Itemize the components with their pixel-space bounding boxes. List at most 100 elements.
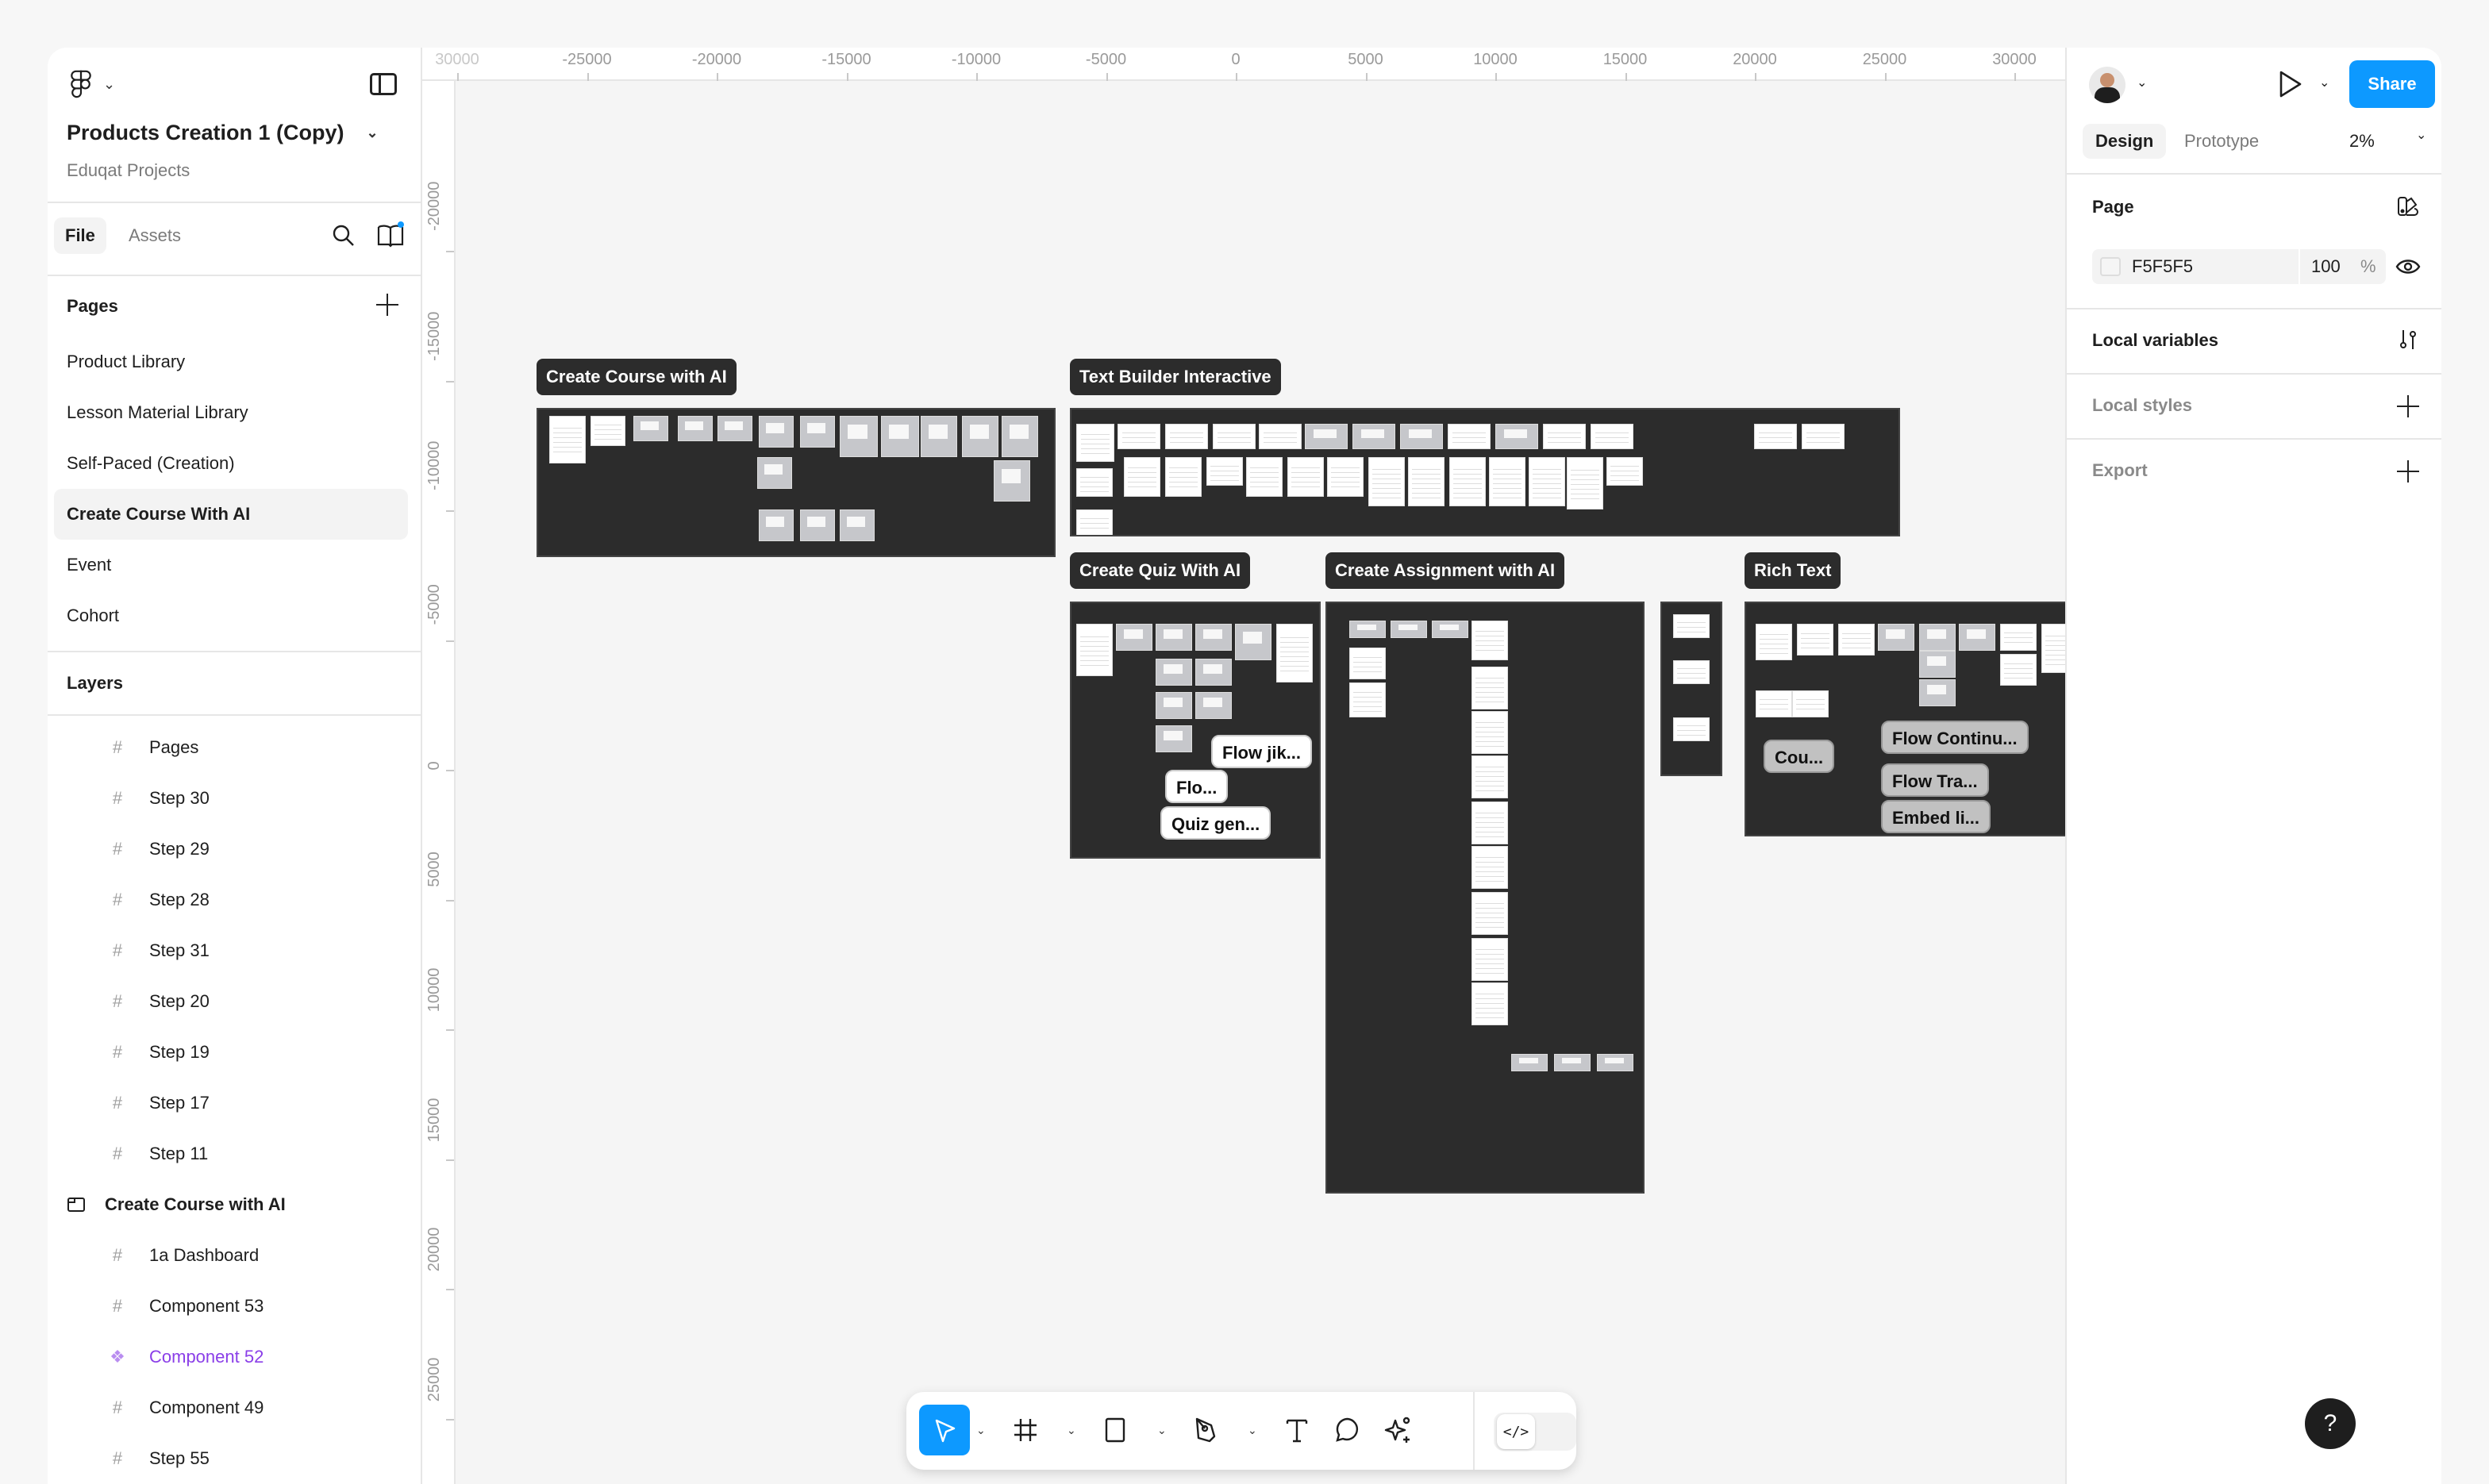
- frame-thumbnail[interactable]: [1878, 624, 1914, 651]
- layer-item[interactable]: ❖ Component 52: [48, 1332, 421, 1382]
- frame-thumbnail[interactable]: [840, 509, 875, 541]
- frame-thumbnail[interactable]: [1673, 717, 1710, 741]
- layer-item[interactable]: # Step 17: [48, 1078, 421, 1128]
- frame-thumbnail[interactable]: [881, 416, 919, 457]
- frame-thumbnail[interactable]: [633, 416, 668, 441]
- sticky-note[interactable]: Embed li...: [1881, 800, 1991, 833]
- sticky-note[interactable]: Cou...: [1764, 740, 1835, 773]
- page-color-field[interactable]: F5F5F5 100 %: [2092, 249, 2386, 284]
- frame-thumbnail[interactable]: [1287, 457, 1324, 497]
- frame-thumbnail[interactable]: [1471, 802, 1508, 844]
- sticky-note[interactable]: Quiz gen...: [1160, 806, 1271, 840]
- page-item[interactable]: Lesson Material Library: [54, 387, 408, 438]
- frame-thumbnail[interactable]: [1259, 424, 1302, 449]
- main-menu-button[interactable]: ⌄: [70, 70, 115, 98]
- frame-thumbnail[interactable]: [962, 416, 998, 457]
- frame-thumbnail[interactable]: [1165, 457, 1202, 497]
- frame-tool-button[interactable]: [1003, 1405, 1048, 1455]
- frame-thumbnail[interactable]: [1543, 424, 1586, 449]
- frame-thumbnail[interactable]: [1408, 457, 1445, 506]
- frame-thumbnail[interactable]: [1213, 424, 1256, 449]
- frame-thumbnail[interactable]: [1495, 424, 1538, 449]
- frame-thumbnail[interactable]: [1471, 621, 1508, 660]
- frame-thumbnail[interactable]: [1511, 1054, 1548, 1071]
- frame-thumbnail[interactable]: [759, 509, 794, 541]
- frame-thumbnail[interactable]: [921, 416, 957, 457]
- add-style-icon[interactable]: [2397, 395, 2419, 417]
- frame-thumbnail[interactable]: [840, 416, 878, 457]
- chevron-down-icon[interactable]: ⌄: [2319, 75, 2329, 90]
- variables-icon[interactable]: [2397, 329, 2419, 351]
- pen-tool-button[interactable]: [1184, 1405, 1229, 1455]
- frame-thumbnail[interactable]: [1195, 659, 1232, 686]
- frame-thumbnail[interactable]: [1116, 624, 1152, 651]
- layer-item[interactable]: # Step 30: [48, 773, 421, 824]
- actions-tool-button[interactable]: [1376, 1405, 1421, 1455]
- frame-thumbnail[interactable]: [1432, 621, 1468, 638]
- frame-thumbnail[interactable]: [1919, 679, 1956, 706]
- frame-thumbnail[interactable]: [678, 416, 713, 441]
- export-heading[interactable]: Export: [2092, 460, 2148, 481]
- move-tool-button[interactable]: [919, 1405, 970, 1455]
- section-create-course[interactable]: [537, 408, 1056, 557]
- sticky-note[interactable]: Flo...: [1165, 770, 1229, 803]
- frame-thumbnail[interactable]: [1165, 424, 1208, 449]
- layer-item[interactable]: # Pages: [48, 722, 421, 773]
- layer-item[interactable]: # Step 11: [48, 1128, 421, 1179]
- frame-thumbnail[interactable]: [1156, 725, 1192, 752]
- frame-thumbnail[interactable]: [2000, 654, 2037, 686]
- layer-item[interactable]: # Step 31: [48, 925, 421, 976]
- chevron-down-icon[interactable]: ⌄: [2137, 75, 2147, 90]
- layer-item[interactable]: # Component 53: [48, 1281, 421, 1332]
- frame-thumbnail[interactable]: [800, 509, 835, 541]
- frame-thumbnail[interactable]: [717, 416, 752, 441]
- sticky-note[interactable]: Flow Tra...: [1881, 763, 1989, 797]
- page-item[interactable]: Create Course With AI: [54, 489, 408, 540]
- frame-thumbnail[interactable]: [1959, 624, 1995, 651]
- frame-thumbnail[interactable]: [1802, 424, 1845, 449]
- frame-thumbnail[interactable]: [1305, 424, 1348, 449]
- layer-item[interactable]: Create Course with AI: [48, 1179, 421, 1230]
- rectangle-tool-button[interactable]: [1094, 1405, 1138, 1455]
- frame-thumbnail[interactable]: [1235, 624, 1271, 660]
- frame-thumbnail[interactable]: [1449, 457, 1486, 506]
- color-swatch[interactable]: [2100, 257, 2121, 276]
- frame-thumbnail[interactable]: [1529, 457, 1565, 506]
- canvas[interactable]: Create Course with AI Text Builder Inter…: [456, 81, 2086, 1484]
- frame-thumbnail[interactable]: [1076, 624, 1113, 676]
- color-hex-input[interactable]: F5F5F5: [2132, 249, 2193, 284]
- frame-thumbnail[interactable]: [1554, 1054, 1591, 1071]
- frame-thumbnail[interactable]: [1118, 424, 1160, 449]
- frame-thumbnail[interactable]: [1076, 424, 1114, 462]
- layer-item[interactable]: # Component 49: [48, 1382, 421, 1433]
- local-variables-section[interactable]: Local variables: [2067, 309, 2441, 375]
- search-icon[interactable]: [332, 224, 356, 248]
- frame-thumbnail[interactable]: [1195, 624, 1232, 651]
- frame-thumbnail[interactable]: [1400, 424, 1443, 449]
- layer-item[interactable]: # Step 55: [48, 1433, 421, 1484]
- chevron-down-icon[interactable]: ⌄: [976, 1424, 986, 1437]
- share-button[interactable]: Share: [2349, 60, 2435, 108]
- frame-thumbnail[interactable]: [1489, 457, 1525, 506]
- sidebar-toggle-icon[interactable]: [370, 73, 397, 95]
- file-title[interactable]: Products Creation 1 (Copy) ⌄: [67, 121, 379, 145]
- frame-thumbnail[interactable]: [1352, 424, 1395, 449]
- frame-thumbnail[interactable]: [1349, 648, 1386, 679]
- chevron-down-icon[interactable]: ⌄: [1157, 1424, 1167, 1437]
- frame-thumbnail[interactable]: [800, 416, 835, 448]
- present-play-icon[interactable]: [2278, 70, 2303, 98]
- frame-thumbnail[interactable]: [1919, 624, 1956, 651]
- frame-thumbnail[interactable]: [1156, 624, 1192, 651]
- section-label-create-quiz[interactable]: Create Quiz With AI: [1070, 552, 1251, 589]
- frame-thumbnail[interactable]: [1606, 457, 1643, 486]
- layer-item[interactable]: # Step 29: [48, 824, 421, 875]
- section-label-create-course[interactable]: Create Course with AI: [537, 359, 737, 395]
- frame-thumbnail[interactable]: [591, 416, 625, 446]
- tab-design[interactable]: Design: [2083, 124, 2167, 159]
- frame-thumbnail[interactable]: [1156, 692, 1192, 719]
- frame-thumbnail[interactable]: [1673, 614, 1710, 638]
- frame-thumbnail[interactable]: [1797, 624, 1833, 655]
- frame-thumbnail[interactable]: [757, 457, 792, 489]
- local-styles-heading[interactable]: Local styles: [2092, 395, 2192, 416]
- frame-thumbnail[interactable]: [1002, 416, 1038, 457]
